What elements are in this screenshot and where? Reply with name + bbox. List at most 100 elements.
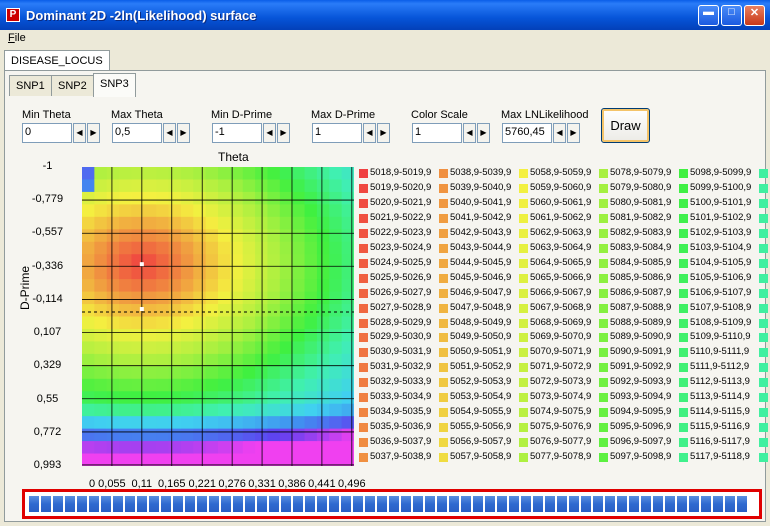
heatmap-cell <box>316 204 330 218</box>
min-theta-increment[interactable]: ▶ <box>87 123 100 143</box>
draw-button[interactable]: Draw <box>601 108 650 143</box>
heatmap-cell <box>119 216 132 230</box>
legend-swatch <box>759 243 768 253</box>
maximize-icon: □ <box>728 6 735 18</box>
legend-swatch <box>759 273 768 283</box>
max-dprime-increment[interactable]: ▶ <box>377 123 390 143</box>
heatmap-cell <box>279 179 293 193</box>
likelihood-heatmap[interactable] <box>82 167 354 466</box>
tab-snp1[interactable]: SNP1 <box>9 75 52 96</box>
heatmap-cell <box>205 229 219 243</box>
max-lnlikelihood-increment[interactable]: ▶ <box>567 123 580 143</box>
legend-swatch <box>759 348 768 358</box>
heatmap-cell <box>143 453 157 466</box>
heatmap-cell <box>279 353 293 367</box>
heatmap-cell <box>180 378 194 392</box>
heatmap-cell <box>168 304 182 317</box>
heatmap-cell <box>82 453 95 466</box>
heatmap-cell <box>168 266 182 280</box>
legend-swatch <box>759 258 768 268</box>
legend-swatch <box>679 348 688 358</box>
legend-label: 5076,9-5077,9 <box>530 436 592 448</box>
heatmap-cell <box>267 416 281 430</box>
color-scale-increment[interactable]: ▶ <box>477 123 490 143</box>
tab-snp2[interactable]: SNP2 <box>51 75 94 96</box>
heatmap-cell <box>279 216 293 230</box>
heatmap-cell <box>131 428 145 442</box>
y-tick-label: -0,557 <box>31 226 64 239</box>
heatmap-cell <box>255 403 268 417</box>
legend-swatch <box>759 423 768 433</box>
app-icon[interactable]: P <box>6 8 20 22</box>
heatmap-cell <box>180 353 194 367</box>
min-dprime-increment[interactable]: ▶ <box>277 123 290 143</box>
y-tick-label: 0,993 <box>33 459 62 471</box>
heatmap-cell <box>304 216 318 230</box>
max-theta-increment[interactable]: ▶ <box>177 123 190 143</box>
heatmap-cell <box>94 216 108 230</box>
heatmap-cell <box>193 291 207 305</box>
legend-swatch <box>439 198 448 208</box>
tab-snp3[interactable]: SNP3 <box>93 73 136 97</box>
heatmap-cell <box>193 341 207 355</box>
heatmap-cell <box>193 328 207 342</box>
max-lnlikelihood-decrement[interactable]: ◀ <box>553 123 566 143</box>
legend-label: 5103,9-5104,9 <box>690 241 752 253</box>
min-dprime-input[interactable]: -1 <box>212 123 262 143</box>
heatmap-cell <box>316 428 330 442</box>
tab-disease-locus[interactable]: DISEASE_LOCUS <box>4 50 110 71</box>
heatmap-cell <box>316 341 330 355</box>
heatmap-cell <box>255 416 268 430</box>
legend-label: 5049,9-5050,9 <box>450 331 512 343</box>
heatmap-cell <box>106 304 120 317</box>
min-theta-decrement[interactable]: ◀ <box>73 123 86 143</box>
heatmap-cell <box>156 391 170 405</box>
heatmap-cell <box>119 378 132 392</box>
heatmap-cell <box>329 403 343 417</box>
minimize-button[interactable]: ▬ <box>698 5 719 26</box>
legend-swatch <box>759 169 768 178</box>
heatmap-cell <box>106 167 120 180</box>
max-lnlikelihood-input[interactable]: 5760,45 <box>502 123 552 143</box>
progress-block <box>413 496 423 512</box>
max-theta-decrement[interactable]: ◀ <box>163 123 176 143</box>
arrow-left-icon: ◀ <box>466 128 473 137</box>
heatmap-cell <box>94 391 108 405</box>
heatmap-cell <box>205 179 219 193</box>
max-dprime-decrement[interactable]: ◀ <box>363 123 376 143</box>
menu-file[interactable]: File <box>8 32 26 44</box>
color-scale-decrement[interactable]: ◀ <box>463 123 476 143</box>
legend-label: 5054,9-5055,9 <box>450 406 512 418</box>
progress-block <box>593 496 603 512</box>
heatmap-cell <box>119 266 132 280</box>
heatmap-cell <box>255 179 268 193</box>
heatmap-cell <box>156 428 170 442</box>
heatmap-cell <box>143 229 157 243</box>
legend-label: 5044,9-5045,9 <box>450 256 512 268</box>
heatmap-cell <box>316 291 330 305</box>
heatmap-cell <box>316 216 330 230</box>
legend-swatch <box>359 333 368 343</box>
heatmap-cell <box>94 291 108 305</box>
legend-swatch <box>599 333 608 343</box>
heatmap-cell <box>119 441 132 455</box>
min-theta-input[interactable]: 0 <box>22 123 72 143</box>
heatmap-cell <box>168 341 182 355</box>
min-dprime-decrement[interactable]: ◀ <box>263 123 276 143</box>
heatmap-cell <box>242 191 256 205</box>
heatmap-cell <box>279 428 293 442</box>
legend-label: 5048,9-5049,9 <box>450 316 512 328</box>
color-scale-input[interactable]: 1 <box>412 123 462 143</box>
heatmap-cell <box>267 403 281 417</box>
heatmap-cell <box>106 241 120 255</box>
heatmap-cell <box>292 378 306 392</box>
maximize-button[interactable]: □ <box>721 5 742 26</box>
close-button[interactable]: ✕ <box>744 5 765 26</box>
heatmap-cell <box>292 279 306 293</box>
arrow-right-icon: ▶ <box>90 128 97 137</box>
legend-label: 5063,9-5064,9 <box>530 241 592 253</box>
legend-label: 5038,9-5039,9 <box>450 167 512 178</box>
legend-swatch <box>359 303 368 313</box>
max-theta-input[interactable]: 0,5 <box>112 123 162 143</box>
max-dprime-input[interactable]: 1 <box>312 123 362 143</box>
